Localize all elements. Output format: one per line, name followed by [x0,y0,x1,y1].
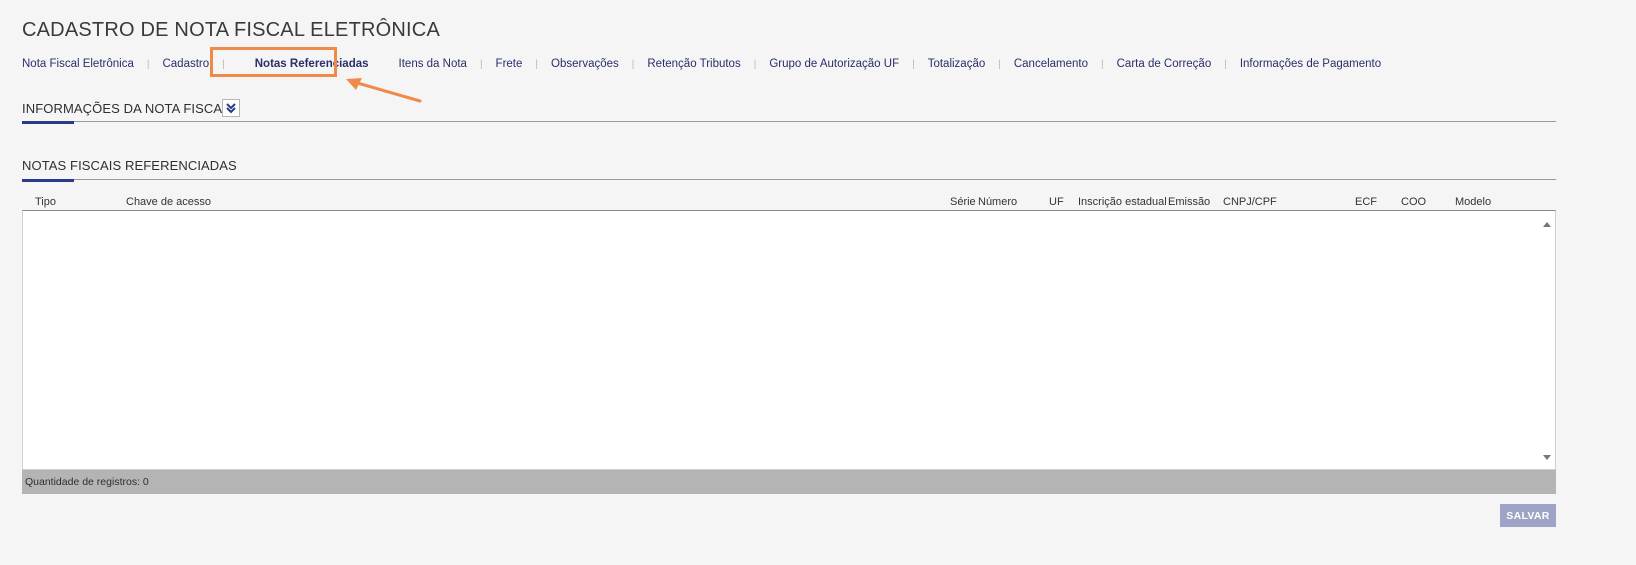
column-header-ecf[interactable]: ECF [1355,196,1377,208]
column-header-serie[interactable]: Série [950,196,976,208]
tab-separator: | [912,58,915,70]
record-count: Quantidade de registros: 0 [22,470,1556,494]
column-header-tipo[interactable]: Tipo [35,196,56,208]
tab-cadastro[interactable]: Cadastro [162,57,209,71]
expand-section-button[interactable] [222,99,240,117]
tab-retencao-tributos[interactable]: Retenção Tributos [647,57,740,71]
column-header-modelo[interactable]: Modelo [1455,196,1491,208]
tab-carta-de-correcao[interactable]: Carta de Correção [1117,57,1212,71]
tab-separator: | [753,58,757,70]
section-title-info: INFORMAÇÕES DA NOTA FISCAL [22,101,230,116]
tab-separator: | [1101,58,1104,70]
tab-totalizacao[interactable]: Totalização [928,57,986,71]
tab-separator: | [998,58,1001,70]
tab-separator: | [631,58,635,70]
scroll-down-icon[interactable] [1543,455,1551,460]
tab-grupo-autorizacao-uf[interactable]: Grupo de Autorização UF [769,57,899,71]
column-header-coo[interactable]: COO [1401,196,1426,208]
column-header-uf[interactable]: UF [1049,196,1064,208]
grid-body[interactable] [22,210,1556,470]
tab-separator: | [1224,58,1227,70]
tab-nota-fiscal-eletronica[interactable]: Nota Fiscal Eletrônica [22,57,134,71]
tab-separator: | [535,58,538,70]
section-title-referenced: NOTAS FISCAIS REFERENCIADAS [22,158,237,173]
section-divider [22,179,1556,180]
column-header-inscricao-estadual[interactable]: Inscrição estadual [1078,196,1167,208]
tab-observacoes[interactable]: Observações [551,57,619,71]
page-title: CADASTRO DE NOTA FISCAL ELETRÔNICA [22,19,440,41]
column-header-chave-de-acesso[interactable]: Chave de acesso [126,196,211,208]
tab-frete[interactable]: Frete [496,57,523,71]
section-accent [22,121,74,124]
scroll-up-icon[interactable] [1543,222,1551,227]
highlight-box [210,47,337,77]
save-button[interactable]: SALVAR [1500,504,1556,527]
section-divider [22,121,1556,122]
tab-itens-da-nota[interactable]: Itens da Nota [399,57,467,71]
tab-separator: | [479,58,483,70]
grid-header: Tipo Chave de acesso Série Número UF Ins… [22,194,1528,210]
column-header-numero[interactable]: Número [978,196,1017,208]
column-header-emissao[interactable]: Emissão [1168,196,1210,208]
annotation-arrow-icon [346,78,422,103]
tab-cancelamento[interactable]: Cancelamento [1014,57,1088,71]
section-accent [22,179,74,182]
tab-informacoes-de-pagamento[interactable]: Informações de Pagamento [1240,57,1381,71]
column-header-cnpj-cpf[interactable]: CNPJ/CPF [1223,196,1277,208]
double-chevron-down-icon [226,103,236,114]
tab-separator: | [146,58,150,70]
